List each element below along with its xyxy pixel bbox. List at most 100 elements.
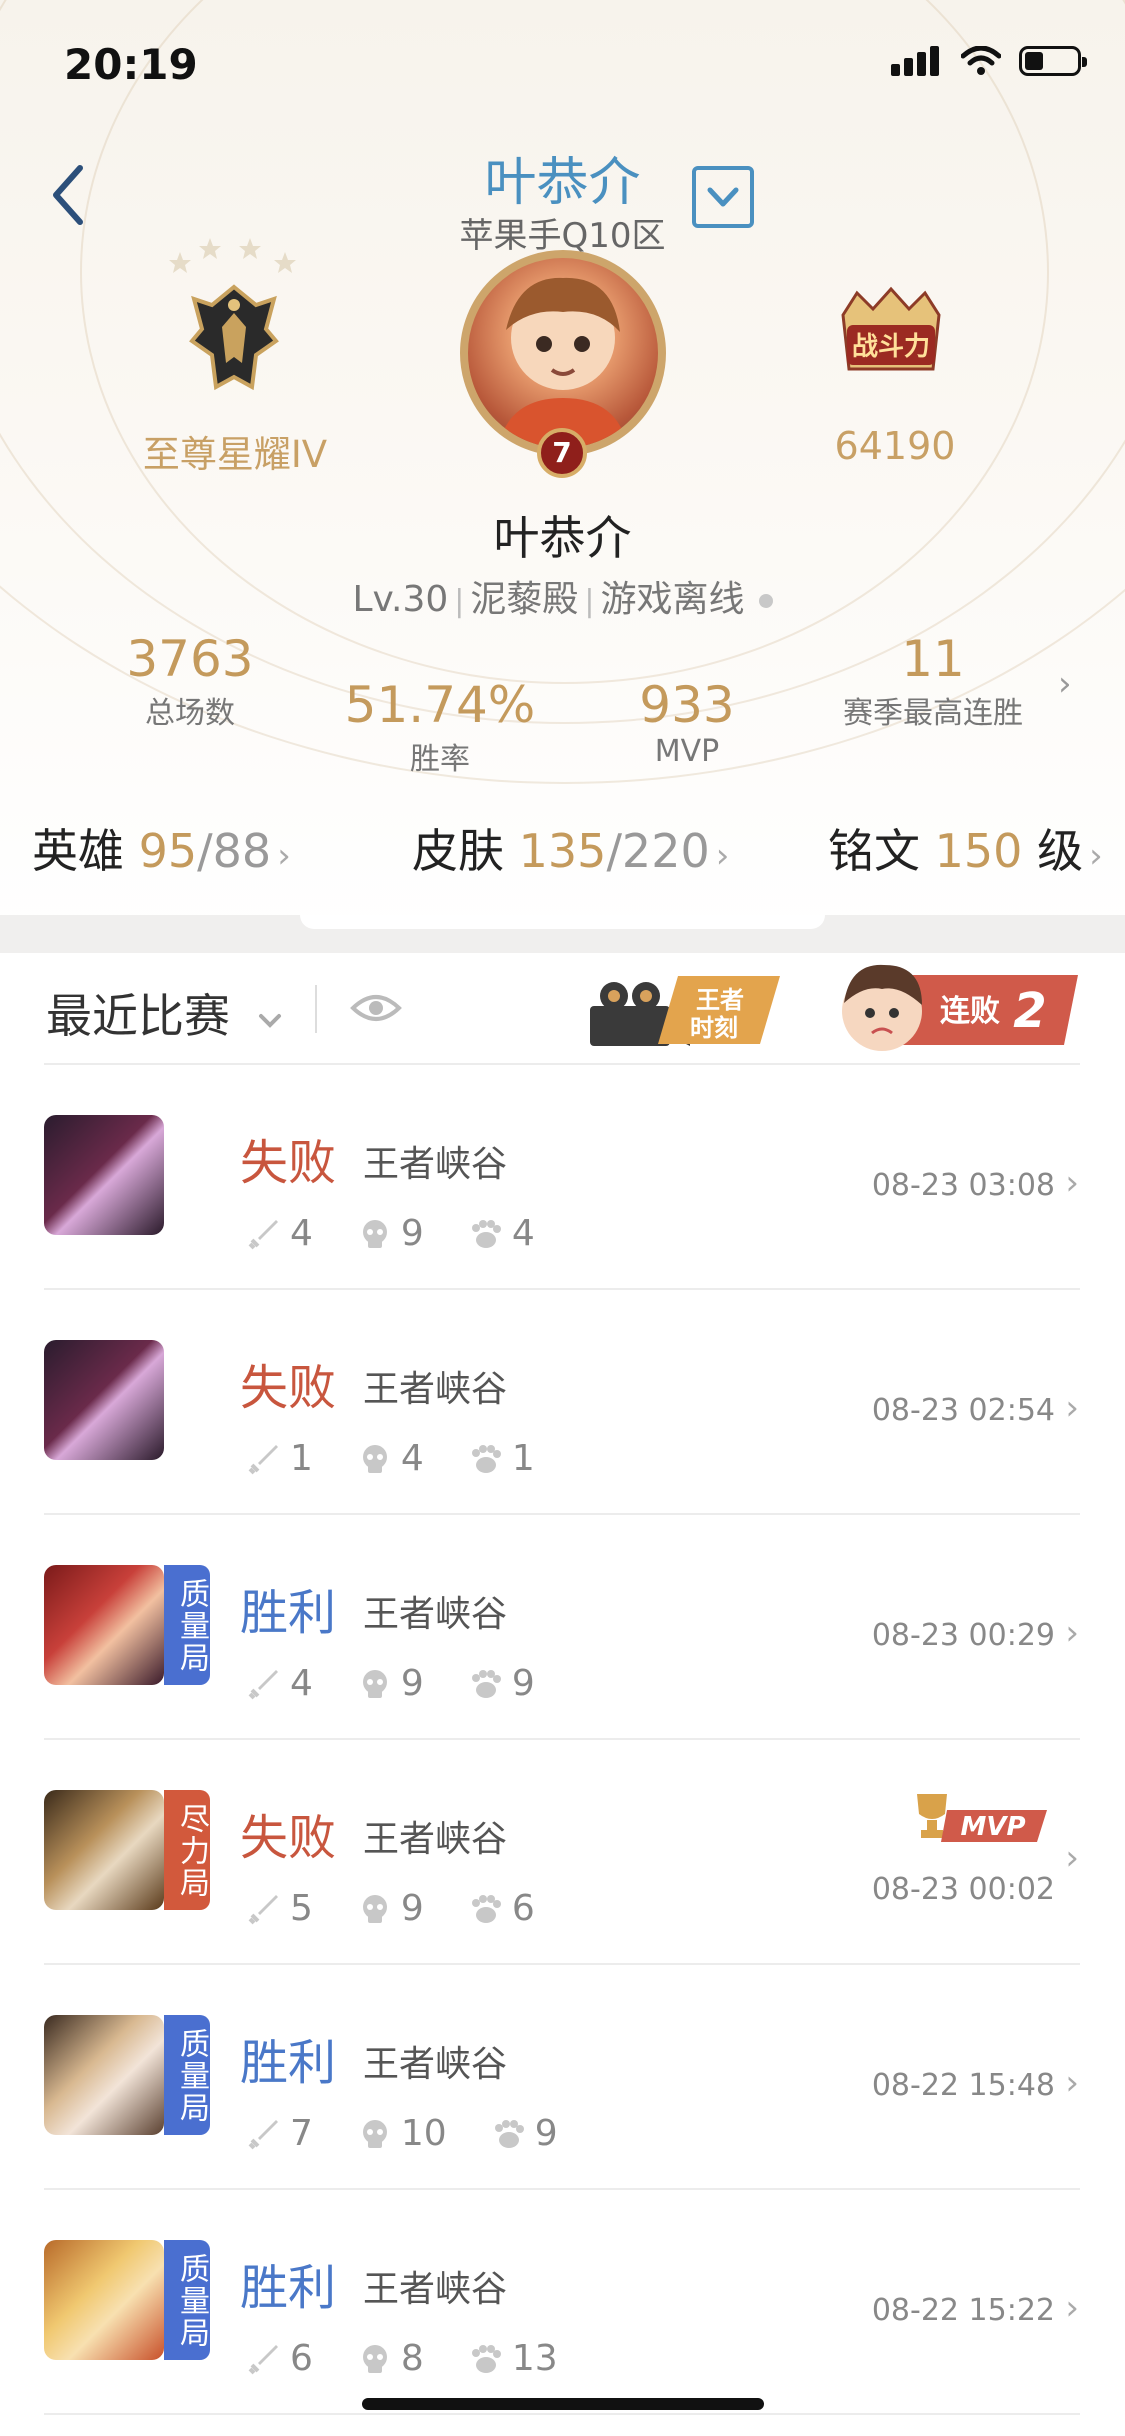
chevron-right-icon: › — [1065, 2063, 1079, 2103]
kda: 7 10 9 — [248, 2113, 604, 2154]
separator: | — [454, 584, 465, 619]
status-icons — [891, 46, 1087, 76]
stat-label: 胜率 — [410, 742, 470, 777]
stat-best-streak[interactable]: 11 赛季最高连胜 — [813, 630, 1053, 732]
match-quality-tag: 质量局 — [164, 2015, 210, 2135]
skins-owned: 135 — [518, 824, 607, 878]
guild-name: 泥藜殿 — [470, 579, 579, 620]
hero-portrait — [44, 2240, 164, 2360]
assists: 1 — [511, 1438, 535, 1479]
match-time: 08-23 00:29 — [871, 1618, 1055, 1653]
chevron-right-icon: › — [715, 836, 730, 876]
kda: 5 9 6 — [248, 1888, 581, 1929]
avatar[interactable] — [460, 250, 666, 456]
deaths: 4 — [400, 1438, 424, 1479]
skull-icon — [362, 1444, 387, 1473]
chevron-right-icon: › — [1065, 1613, 1079, 1653]
deaths: 8 — [400, 2338, 424, 2379]
paw-icon — [471, 1894, 501, 1923]
paw-icon — [471, 2344, 501, 2373]
moments-badge-line2: 时刻 — [690, 1014, 738, 1042]
kda: 4 9 4 — [248, 1213, 581, 1254]
losing-streak-label: 连败 — [940, 994, 1000, 1029]
assists: 9 — [511, 1663, 535, 1704]
online-status: 游戏离线 — [600, 579, 745, 620]
battery-icon — [1019, 46, 1087, 76]
row-divider — [44, 2413, 1080, 2415]
stat-value: 933 — [639, 676, 735, 734]
match-row[interactable]: 失败 王者峡谷 4 9 4 08-23 03:08 › — [0, 1065, 1125, 1290]
match-mode: 王者峡谷 — [363, 1144, 508, 1185]
skull-icon — [362, 1894, 387, 1923]
paw-icon — [471, 1669, 501, 1698]
section-divider-notch — [300, 915, 825, 929]
sword-icon — [248, 2344, 278, 2374]
stat-win-rate: 51.74% 胜率 — [330, 676, 550, 778]
kills: 4 — [290, 1213, 313, 1254]
collections-row: 英雄 95/88 › 皮肤 135/220 › 铭文 150 级 › — [0, 815, 1125, 895]
skins-label: 皮肤 — [412, 824, 504, 878]
player-level: Lv.30 — [352, 579, 449, 620]
mvp-label: MVP — [960, 1812, 1025, 1842]
eye-icon[interactable] — [350, 990, 402, 1026]
chevron-right-icon: › — [1065, 1163, 1079, 1203]
separator: | — [584, 584, 595, 619]
match-row[interactable]: 失败 王者峡谷 1 4 1 08-23 02:54 › — [0, 1290, 1125, 1515]
home-indicator[interactable] — [362, 2398, 764, 2410]
match-row[interactable]: 质量局 胜利 王者峡谷 7 10 9 08-22 15:48 › — [0, 1965, 1125, 2190]
match-result: 失败 — [240, 1810, 337, 1866]
skull-icon — [362, 2119, 387, 2148]
match-result: 失败 — [240, 1360, 337, 1416]
assists: 6 — [511, 1888, 535, 1929]
match-time: 08-23 03:08 — [871, 1168, 1055, 1203]
hero-portrait — [44, 2015, 164, 2135]
kda: 6 8 13 — [248, 2338, 604, 2379]
sword-icon — [248, 2119, 278, 2149]
match-row[interactable]: 质量局 胜利 王者峡谷 4 9 9 08-23 00:29 › — [0, 1515, 1125, 1740]
deaths: 10 — [400, 2113, 447, 2154]
match-quality-tag: 尽力局 — [164, 1790, 210, 1910]
skull-icon — [362, 1219, 387, 1248]
recent-matches-filter[interactable]: 最近比赛 — [46, 980, 285, 1046]
match-row[interactable]: 尽力局 失败 王者峡谷 5 9 6 MVP 08-23 00:02 › — [0, 1740, 1125, 1965]
match-quality-tag: 质量局 — [164, 1565, 210, 1685]
player-name: 叶恭介 — [484, 153, 641, 213]
runes-label: 铭文 — [828, 824, 920, 878]
skins-link[interactable]: 皮肤 135/220 › — [412, 815, 729, 881]
chevron-down-icon — [707, 187, 739, 207]
stat-label: MVP — [654, 734, 720, 769]
skins-total: /220 — [606, 824, 710, 878]
stat-label: 赛季最高连胜 — [843, 696, 1023, 731]
kda: 4 9 9 — [248, 1663, 581, 1704]
combat-power-label: 战斗力 — [852, 332, 930, 362]
assists: 9 — [534, 2113, 558, 2154]
match-mode: 王者峡谷 — [363, 2044, 508, 2085]
stat-value: 3763 — [126, 630, 254, 688]
runes-link[interactable]: 铭文 150 级 › — [828, 815, 1103, 881]
kills: 5 — [290, 1888, 313, 1929]
heroes-owned: 95 — [138, 824, 198, 878]
moments-badge-button[interactable]: 王者 时刻 — [590, 970, 780, 1050]
assists: 4 — [511, 1213, 535, 1254]
heroes-link[interactable]: 英雄 95/88 › — [32, 815, 291, 881]
stat-mvp: 933 MVP — [577, 676, 797, 769]
match-row[interactable]: 质量局 胜利 王者峡谷 6 8 13 08-22 15:22 › — [0, 2190, 1125, 2415]
skull-icon — [362, 2344, 387, 2373]
heroes-label: 英雄 — [32, 824, 124, 878]
match-quality-tag: 质量局 — [164, 2240, 210, 2360]
kda: 1 4 1 — [248, 1438, 581, 1479]
match-mode: 王者峡谷 — [363, 1594, 508, 1635]
chevron-right-icon: › — [277, 836, 291, 876]
match-mode: 王者峡谷 — [363, 1819, 508, 1860]
mvp-trophy-badge: MVP — [917, 1794, 1047, 1842]
match-result: 胜利 — [240, 1585, 337, 1641]
paw-icon — [494, 2119, 524, 2148]
losing-streak-badge: 连败 2 — [842, 964, 1078, 1051]
assists: 13 — [511, 2338, 558, 2379]
chevron-down-icon — [258, 1013, 281, 1028]
combat-power-value: 64190 — [834, 424, 956, 468]
player-info-line: Lv.30 | 泥藜殿 | 游戏离线 — [0, 570, 1125, 622]
stat-value: 11 — [901, 630, 965, 688]
chevron-right-icon[interactable]: › — [1058, 664, 1072, 704]
account-switch-button[interactable] — [692, 166, 754, 228]
